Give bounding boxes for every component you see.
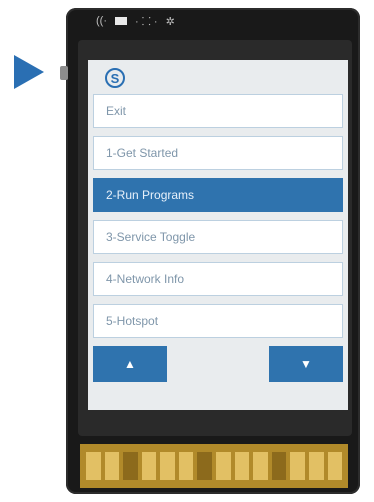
connector-pin (216, 452, 231, 480)
gpio-connector (80, 444, 348, 488)
connector-pin (327, 452, 343, 480)
board-top-components: ((· · ⸬ · ✲ (96, 11, 306, 31)
menu-item-get-started[interactable]: 1-Get Started (93, 136, 343, 170)
nav-buttons: ▲ ▼ (93, 346, 343, 382)
connector-pin (141, 452, 157, 480)
connector-pin (160, 452, 175, 480)
menu-item-label: 4-Network Info (106, 272, 185, 286)
arrow-up-icon: ▲ (124, 357, 136, 371)
connector-pin (178, 452, 194, 480)
connector-pin (308, 452, 324, 480)
arrow-down-icon: ▼ (300, 357, 312, 371)
screen: S Exit 1-Get Started 2-Run Programs 3-Se… (88, 60, 348, 410)
menu-item-label: 2-Run Programs (106, 188, 195, 202)
connector-pin (104, 452, 120, 480)
scroll-up-button[interactable]: ▲ (93, 346, 167, 382)
scroll-down-button[interactable]: ▼ (269, 346, 343, 382)
menu-item-exit[interactable]: Exit (93, 94, 343, 128)
menu-item-label: 5-Hotspot (106, 314, 159, 328)
menu-item-network-info[interactable]: 4-Network Info (93, 262, 343, 296)
menu-item-service-toggle[interactable]: 3-Service Toggle (93, 220, 343, 254)
menu-item-hotspot[interactable]: 5-Hotspot (93, 304, 343, 338)
menu-item-label: Exit (106, 104, 127, 118)
connector-pin (234, 452, 250, 480)
chip-icon (115, 17, 127, 25)
menu-item-label: 3-Service Toggle (106, 230, 196, 244)
side-connector (60, 66, 68, 80)
connector-pin (271, 452, 287, 480)
connector-pin (253, 452, 268, 480)
components-icon: · ⸬ · (135, 15, 158, 28)
menu-item-label: 1-Get Started (106, 146, 179, 160)
connector-pin (197, 452, 213, 480)
selection-pointer-icon (14, 55, 44, 89)
connector-pin (290, 452, 305, 480)
sensor-icon: ✲ (165, 15, 175, 28)
connector-pin (86, 452, 101, 480)
connector-pin (123, 452, 138, 480)
app-logo-icon: S (105, 68, 125, 88)
menu-item-run-programs[interactable]: 2-Run Programs (93, 178, 343, 212)
antenna-icon: ((· (96, 15, 107, 27)
